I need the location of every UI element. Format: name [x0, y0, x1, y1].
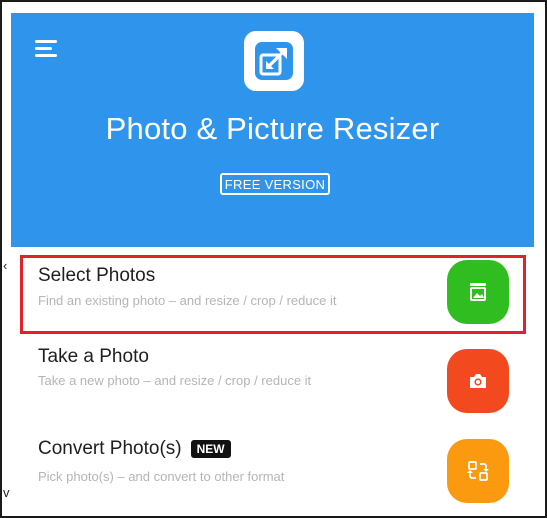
resize-arrow-icon [255, 42, 293, 80]
select-photos-label: Select Photos [38, 265, 156, 286]
convert-swap-icon [467, 461, 489, 481]
image-frame-icon [470, 283, 486, 301]
option-title: Convert Photo(s) NEW [38, 438, 231, 460]
convert-photos-option[interactable]: Convert Photo(s) NEW Pick photo(s) – and… [11, 433, 534, 516]
app-logo [244, 31, 304, 91]
select-photos-option[interactable]: Select Photos Find an existing photo – a… [11, 253, 534, 343]
top-margin [2, 2, 545, 13]
right-margin [534, 2, 545, 516]
convert-photos-button[interactable] [447, 439, 509, 503]
take-photo-button[interactable] [447, 349, 509, 413]
convert-photos-label: Convert Photo(s) [38, 438, 182, 459]
new-badge: NEW [190, 440, 231, 458]
free-version-badge: FREE VERSION [220, 173, 330, 195]
edge-glyph-left-bottom: v [3, 485, 10, 500]
option-title: Take a Photo [38, 346, 149, 368]
select-photos-button[interactable] [447, 260, 509, 324]
camera-icon [470, 374, 486, 388]
take-photo-label: Take a Photo [38, 346, 149, 367]
option-subtitle: Pick photo(s) – and convert to other for… [38, 469, 285, 484]
app-screen: Photo & Picture Resizer FREE VERSION Sel… [0, 0, 547, 518]
take-photo-option[interactable]: Take a Photo Take a new photo – and resi… [11, 343, 534, 433]
option-title: Select Photos [38, 265, 155, 287]
edge-glyph-left: ‹ [3, 258, 8, 273]
option-subtitle: Take a new photo – and resize / crop / r… [38, 373, 312, 388]
option-subtitle: Find an existing photo – and resize / cr… [38, 293, 337, 308]
hamburger-menu-icon[interactable] [35, 40, 63, 60]
app-title: Photo & Picture Resizer [105, 111, 440, 146]
app-header: Photo & Picture Resizer FREE VERSION [11, 13, 534, 247]
